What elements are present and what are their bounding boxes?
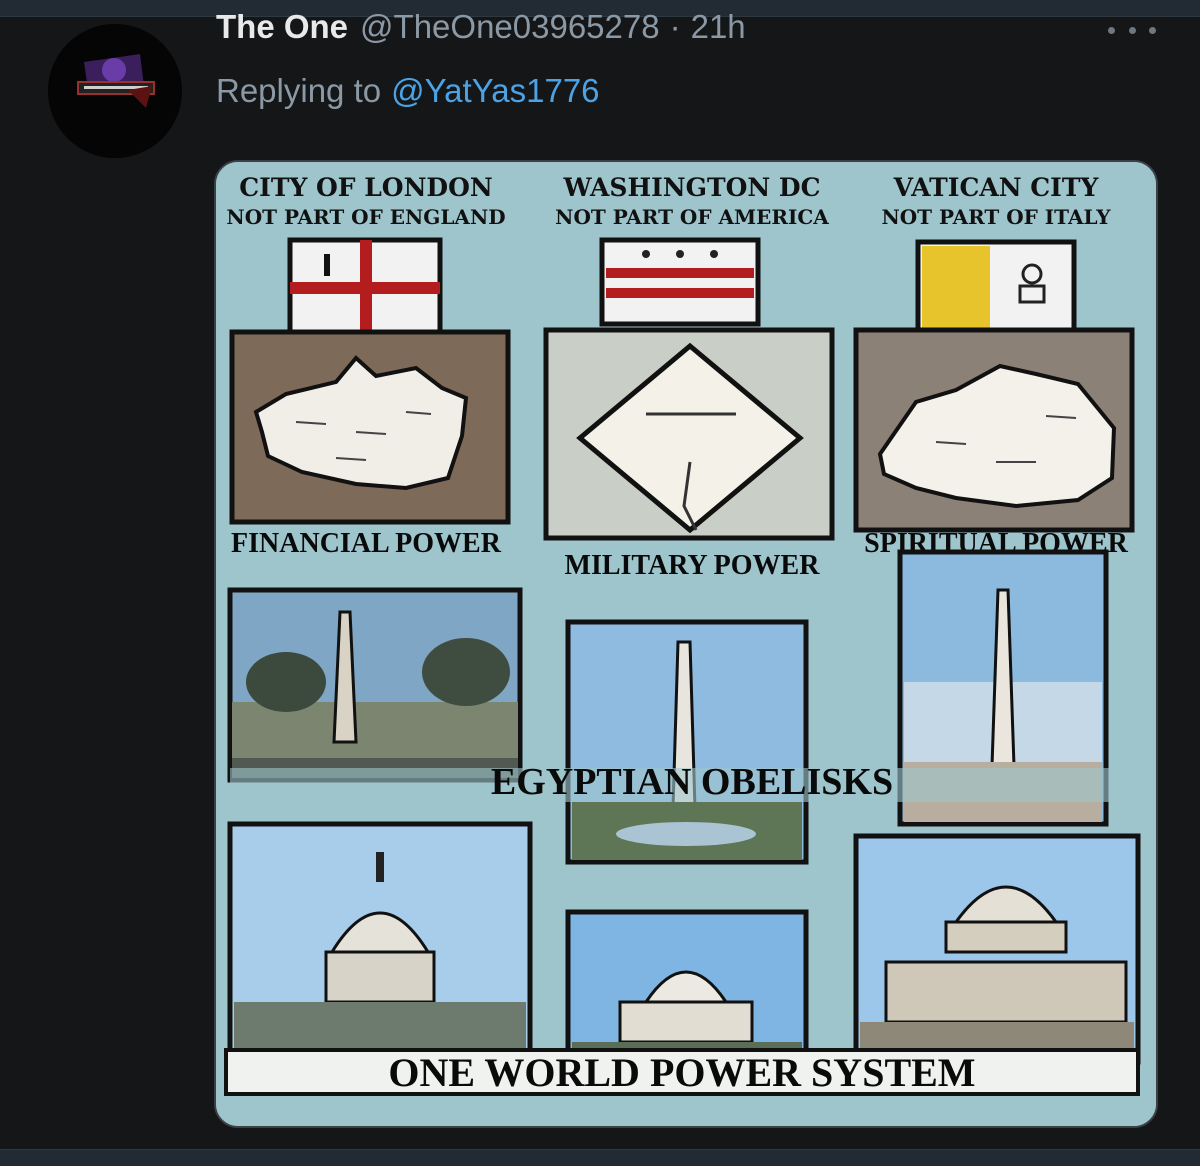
banner-one-world-power-system: ONE WORLD POWER SYSTEM — [388, 1050, 975, 1095]
subheading-london: NOT PART OF ENGLAND — [226, 205, 505, 229]
tweet-media-image[interactable]: CITY OF LONDON NOT PART OF ENGLAND WASHI… — [214, 160, 1158, 1128]
tweet-header: The One @TheOne03965278 · 21h — [216, 8, 746, 58]
map-vatican — [853, 327, 1135, 533]
photo-london-obelisk — [227, 587, 523, 783]
flag-vatican — [915, 239, 1077, 339]
heading-vatican: VATICAN CITY — [893, 173, 1100, 202]
replying-to: Replying to @YatYas1776 — [216, 72, 600, 110]
map-london — [229, 329, 511, 525]
flag-london — [287, 237, 443, 339]
reply-to-handle-link[interactable]: @YatYas1776 — [391, 72, 599, 109]
replying-to-label: Replying to — [216, 72, 382, 109]
author-handle[interactable]: @TheOne03965278 — [360, 8, 660, 46]
heading-washington: WASHINGTON DC — [563, 173, 821, 202]
header-separator: · — [669, 8, 681, 45]
bottom-bar — [0, 1149, 1200, 1166]
label-financial-power: FINANCIAL POWER — [231, 528, 502, 559]
author-name[interactable]: The One — [216, 8, 348, 46]
photo-st-peters — [853, 833, 1141, 1065]
more-dot — [1149, 26, 1156, 34]
subheading-washington: NOT PART OF AMERICA — [555, 205, 829, 229]
more-dot — [1128, 26, 1136, 34]
more-dot — [1108, 26, 1115, 34]
photo-st-pauls — [227, 821, 533, 1063]
heading-london: CITY OF LONDON — [239, 173, 493, 202]
avatar-logo-icon — [48, 24, 182, 158]
photo-washington-monument — [565, 619, 809, 865]
timestamp[interactable]: 21h — [691, 8, 746, 46]
map-washington — [543, 327, 835, 541]
flag-washington — [599, 237, 761, 327]
banner-egyptian-obelisks: EGYPTIAN OBELISKS — [491, 761, 893, 803]
more-horizontal-icon[interactable] — [1108, 16, 1156, 44]
subheading-vatican: NOT PART OF ITALY — [881, 205, 1111, 229]
avatar[interactable] — [48, 24, 182, 158]
label-military-power: MILITARY POWER — [565, 550, 821, 581]
